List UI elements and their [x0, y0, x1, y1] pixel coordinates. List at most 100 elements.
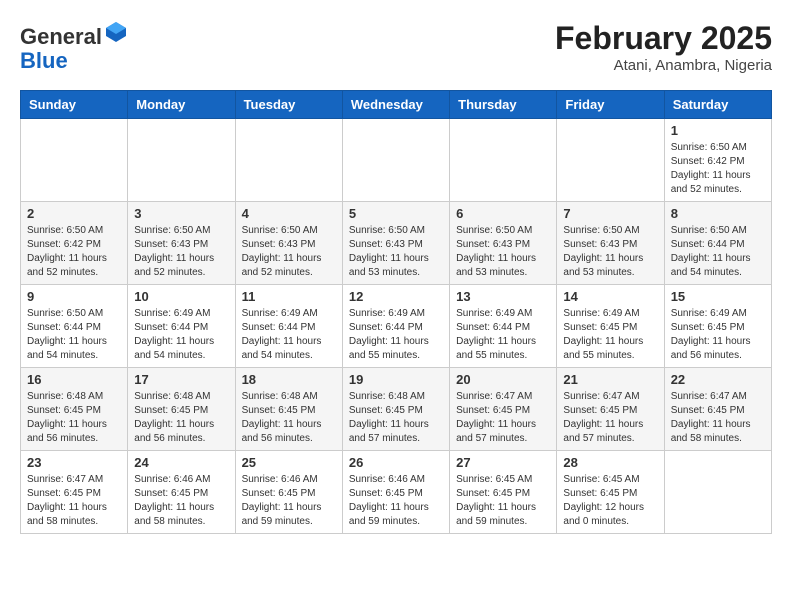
day-number: 7 — [563, 206, 657, 221]
day-number: 3 — [134, 206, 228, 221]
calendar-cell: 9 Sunrise: 6:50 AM Sunset: 6:44 PM Daylig… — [21, 285, 128, 368]
day-info: Sunrise: 6:48 AM Sunset: 6:45 PM Dayligh… — [242, 390, 336, 446]
day-info: Sunrise: 6:46 AM Sunset: 6:45 PM Dayligh… — [349, 473, 443, 529]
calendar-cell: 24 Sunrise: 6:46 AM Sunset: 6:45 PM Dayli… — [128, 451, 235, 534]
day-info: Sunrise: 6:49 AM Sunset: 6:44 PM Dayligh… — [134, 307, 228, 363]
calendar-cell: 18 Sunrise: 6:48 AM Sunset: 6:45 PM Dayli… — [235, 368, 342, 451]
day-number: 11 — [242, 289, 336, 304]
day-number: 12 — [349, 289, 443, 304]
day-info: Sunrise: 6:50 AM Sunset: 6:43 PM Dayligh… — [134, 224, 228, 280]
day-number: 18 — [242, 372, 336, 387]
day-number: 16 — [27, 372, 121, 387]
day-number: 20 — [456, 372, 550, 387]
day-info: Sunrise: 6:50 AM Sunset: 6:43 PM Dayligh… — [563, 224, 657, 280]
day-info: Sunrise: 6:47 AM Sunset: 6:45 PM Dayligh… — [456, 390, 550, 446]
day-info: Sunrise: 6:48 AM Sunset: 6:45 PM Dayligh… — [134, 390, 228, 446]
calendar-cell: 15Sunrise: 6:49 AM Sunset: 6:45 PM Dayli… — [664, 285, 771, 368]
calendar-week-row: 23Sunrise: 6:47 AM Sunset: 6:45 PM Dayli… — [21, 451, 772, 534]
weekday-header: Friday — [557, 91, 664, 119]
day-info: Sunrise: 6:50 AM Sunset: 6:43 PM Dayligh… — [456, 224, 550, 280]
calendar-cell: 12 Sunrise: 6:49 AM Sunset: 6:44 PM Dayli… — [342, 285, 449, 368]
calendar-week-row: 2 Sunrise: 6:50 AM Sunset: 6:42 PM Daylig… — [21, 202, 772, 285]
logo: General Blue — [20, 20, 128, 73]
day-info: Sunrise: 6:45 AM Sunset: 6:45 PM Dayligh… — [563, 473, 657, 529]
calendar-week-row: 1 Sunrise: 6:50 AM Sunset: 6:42 PM Daylig… — [21, 119, 772, 202]
day-info: Sunrise: 6:46 AM Sunset: 6:45 PM Dayligh… — [134, 473, 228, 529]
calendar-cell: 4 Sunrise: 6:50 AM Sunset: 6:43 PM Daylig… — [235, 202, 342, 285]
calendar-cell — [235, 119, 342, 202]
day-number: 17 — [134, 372, 228, 387]
calendar-cell: 2 Sunrise: 6:50 AM Sunset: 6:42 PM Daylig… — [21, 202, 128, 285]
logo-general-text: General — [20, 24, 102, 49]
calendar-cell: 14 Sunrise: 6:49 AM Sunset: 6:45 PM Dayli… — [557, 285, 664, 368]
day-number: 24 — [134, 455, 228, 470]
weekday-header: Saturday — [664, 91, 771, 119]
day-info: Sunrise: 6:50 AM Sunset: 6:42 PM Dayligh… — [671, 141, 765, 197]
calendar-cell: 28 Sunrise: 6:45 AM Sunset: 6:45 PM Dayli… — [557, 451, 664, 534]
day-number: 8 — [671, 206, 765, 221]
calendar-cell: 1 Sunrise: 6:50 AM Sunset: 6:42 PM Daylig… — [664, 119, 771, 202]
calendar-cell — [21, 119, 128, 202]
calendar-week-row: 16 Sunrise: 6:48 AM Sunset: 6:45 PM Dayli… — [21, 368, 772, 451]
calendar-cell: 5Sunrise: 6:50 AM Sunset: 6:43 PM Daylig… — [342, 202, 449, 285]
day-number: 13 — [456, 289, 550, 304]
logo-blue-text: Blue — [20, 48, 68, 73]
calendar-cell: 8 Sunrise: 6:50 AM Sunset: 6:44 PM Daylig… — [664, 202, 771, 285]
calendar-cell — [557, 119, 664, 202]
calendar-cell — [128, 119, 235, 202]
day-info: Sunrise: 6:50 AM Sunset: 6:42 PM Dayligh… — [27, 224, 121, 280]
logo-icon — [104, 20, 128, 44]
day-info: Sunrise: 6:50 AM Sunset: 6:43 PM Dayligh… — [242, 224, 336, 280]
calendar-cell: 23Sunrise: 6:47 AM Sunset: 6:45 PM Dayli… — [21, 451, 128, 534]
day-info: Sunrise: 6:50 AM Sunset: 6:44 PM Dayligh… — [671, 224, 765, 280]
day-info: Sunrise: 6:47 AM Sunset: 6:45 PM Dayligh… — [671, 390, 765, 446]
location: Atani, Anambra, Nigeria — [555, 57, 772, 74]
calendar-cell: 11 Sunrise: 6:49 AM Sunset: 6:44 PM Dayli… — [235, 285, 342, 368]
day-info: Sunrise: 6:50 AM Sunset: 6:44 PM Dayligh… — [27, 307, 121, 363]
day-number: 6 — [456, 206, 550, 221]
calendar-cell: 6 Sunrise: 6:50 AM Sunset: 6:43 PM Daylig… — [450, 202, 557, 285]
calendar-cell: 20 Sunrise: 6:47 AM Sunset: 6:45 PM Dayli… — [450, 368, 557, 451]
calendar-cell: 22Sunrise: 6:47 AM Sunset: 6:45 PM Dayli… — [664, 368, 771, 451]
weekday-header: Thursday — [450, 91, 557, 119]
day-info: Sunrise: 6:45 AM Sunset: 6:45 PM Dayligh… — [456, 473, 550, 529]
day-info: Sunrise: 6:48 AM Sunset: 6:45 PM Dayligh… — [27, 390, 121, 446]
day-number: 28 — [563, 455, 657, 470]
title-block: February 2025 Atani, Anambra, Nigeria — [555, 20, 772, 74]
day-number: 25 — [242, 455, 336, 470]
day-number: 9 — [27, 289, 121, 304]
calendar-cell: 21 Sunrise: 6:47 AM Sunset: 6:45 PM Dayli… — [557, 368, 664, 451]
day-info: Sunrise: 6:50 AM Sunset: 6:43 PM Dayligh… — [349, 224, 443, 280]
day-info: Sunrise: 6:46 AM Sunset: 6:45 PM Dayligh… — [242, 473, 336, 529]
day-info: Sunrise: 6:49 AM Sunset: 6:45 PM Dayligh… — [563, 307, 657, 363]
day-number: 1 — [671, 123, 765, 138]
calendar-cell: 19 Sunrise: 6:48 AM Sunset: 6:45 PM Dayli… — [342, 368, 449, 451]
calendar-cell — [450, 119, 557, 202]
day-info: Sunrise: 6:49 AM Sunset: 6:44 PM Dayligh… — [242, 307, 336, 363]
day-number: 14 — [563, 289, 657, 304]
calendar-cell: 25 Sunrise: 6:46 AM Sunset: 6:45 PM Dayli… — [235, 451, 342, 534]
calendar-cell: 7 Sunrise: 6:50 AM Sunset: 6:43 PM Daylig… — [557, 202, 664, 285]
page-header: General Blue February 2025 Atani, Anambr… — [20, 20, 772, 74]
calendar-cell: 27 Sunrise: 6:45 AM Sunset: 6:45 PM Dayli… — [450, 451, 557, 534]
day-info: Sunrise: 6:48 AM Sunset: 6:45 PM Dayligh… — [349, 390, 443, 446]
day-info: Sunrise: 6:47 AM Sunset: 6:45 PM Dayligh… — [563, 390, 657, 446]
day-info: Sunrise: 6:49 AM Sunset: 6:44 PM Dayligh… — [349, 307, 443, 363]
calendar-week-row: 9 Sunrise: 6:50 AM Sunset: 6:44 PM Daylig… — [21, 285, 772, 368]
calendar-header-row: SundayMondayTuesdayWednesdayThursdayFrid… — [21, 91, 772, 119]
month-title: February 2025 — [555, 20, 772, 57]
day-number: 27 — [456, 455, 550, 470]
calendar-cell: 13 Sunrise: 6:49 AM Sunset: 6:44 PM Dayli… — [450, 285, 557, 368]
calendar-cell — [664, 451, 771, 534]
calendar-cell: 16 Sunrise: 6:48 AM Sunset: 6:45 PM Dayli… — [21, 368, 128, 451]
weekday-header: Wednesday — [342, 91, 449, 119]
day-number: 21 — [563, 372, 657, 387]
day-number: 4 — [242, 206, 336, 221]
calendar-cell: 17 Sunrise: 6:48 AM Sunset: 6:45 PM Dayli… — [128, 368, 235, 451]
day-info: Sunrise: 6:47 AM Sunset: 6:45 PM Dayligh… — [27, 473, 121, 529]
day-number: 19 — [349, 372, 443, 387]
weekday-header: Sunday — [21, 91, 128, 119]
day-info: Sunrise: 6:49 AM Sunset: 6:44 PM Dayligh… — [456, 307, 550, 363]
calendar-cell: 26Sunrise: 6:46 AM Sunset: 6:45 PM Dayli… — [342, 451, 449, 534]
day-number: 2 — [27, 206, 121, 221]
